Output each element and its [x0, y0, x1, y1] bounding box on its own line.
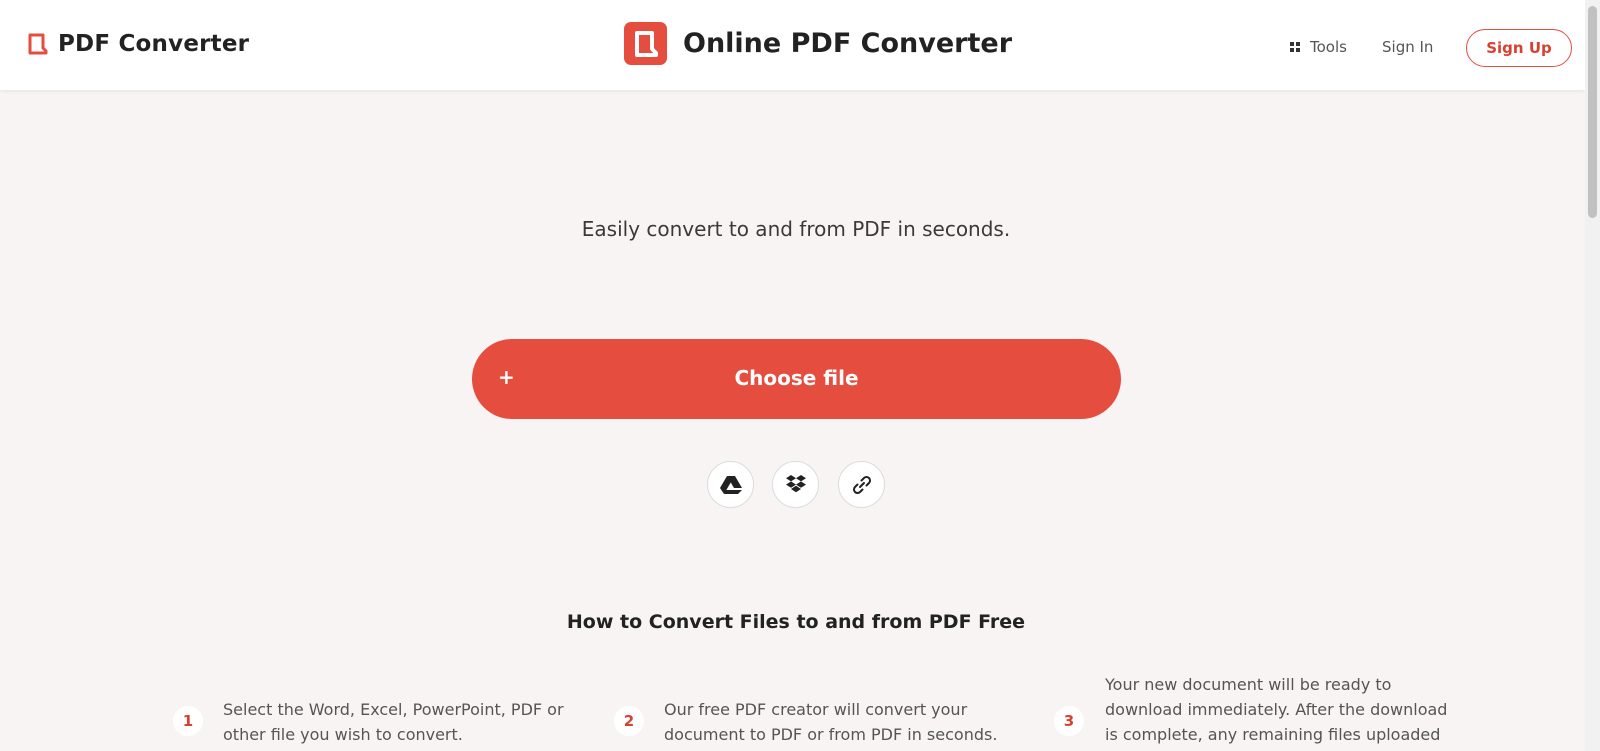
brand[interactable]: PDF Converter — [28, 31, 249, 57]
step-number: 3 — [1054, 706, 1084, 736]
choose-file-label: Choose file — [734, 366, 859, 390]
how-to-title: How to Convert Files to and from PDF Fre… — [566, 611, 1026, 633]
step-text: Our free PDF creator will convert your d… — [664, 700, 998, 744]
site-title[interactable]: Online PDF Converter — [624, 22, 1012, 65]
choose-file-button[interactable]: + Choose file — [472, 339, 1121, 419]
pdf-converter-logo-icon — [28, 33, 48, 55]
brand-name: PDF Converter — [58, 31, 250, 57]
top-header: PDF Converter Online PDF Converter Tools… — [0, 0, 1585, 90]
google-drive-button[interactable] — [707, 461, 754, 508]
step-text: Select the Word, Excel, PowerPoint, PDF … — [223, 700, 564, 744]
sign-in-link[interactable]: Sign In — [1382, 38, 1433, 56]
google-drive-icon — [719, 475, 742, 494]
site-title-text: Online PDF Converter — [683, 28, 1013, 59]
step-number: 2 — [614, 706, 644, 736]
online-pdf-converter-logo-icon — [624, 22, 667, 65]
url-link-button[interactable] — [838, 461, 885, 508]
dropbox-icon — [785, 474, 806, 492]
hero-tagline: Easily convert to and from PDF in second… — [581, 217, 1011, 241]
sign-up-button[interactable]: Sign Up — [1466, 29, 1572, 67]
tools-label: Tools — [1310, 38, 1347, 56]
dropbox-button[interactable] — [772, 461, 819, 508]
link-icon — [852, 475, 871, 494]
step-number: 1 — [173, 706, 203, 736]
tools-menu[interactable]: Tools — [1290, 38, 1347, 56]
grid-icon — [1290, 42, 1300, 52]
step-text: Your new document will be ready to downl… — [1105, 675, 1448, 744]
scrollbar-thumb[interactable] — [1588, 6, 1597, 218]
page-scrollbar[interactable] — [1585, 0, 1600, 751]
